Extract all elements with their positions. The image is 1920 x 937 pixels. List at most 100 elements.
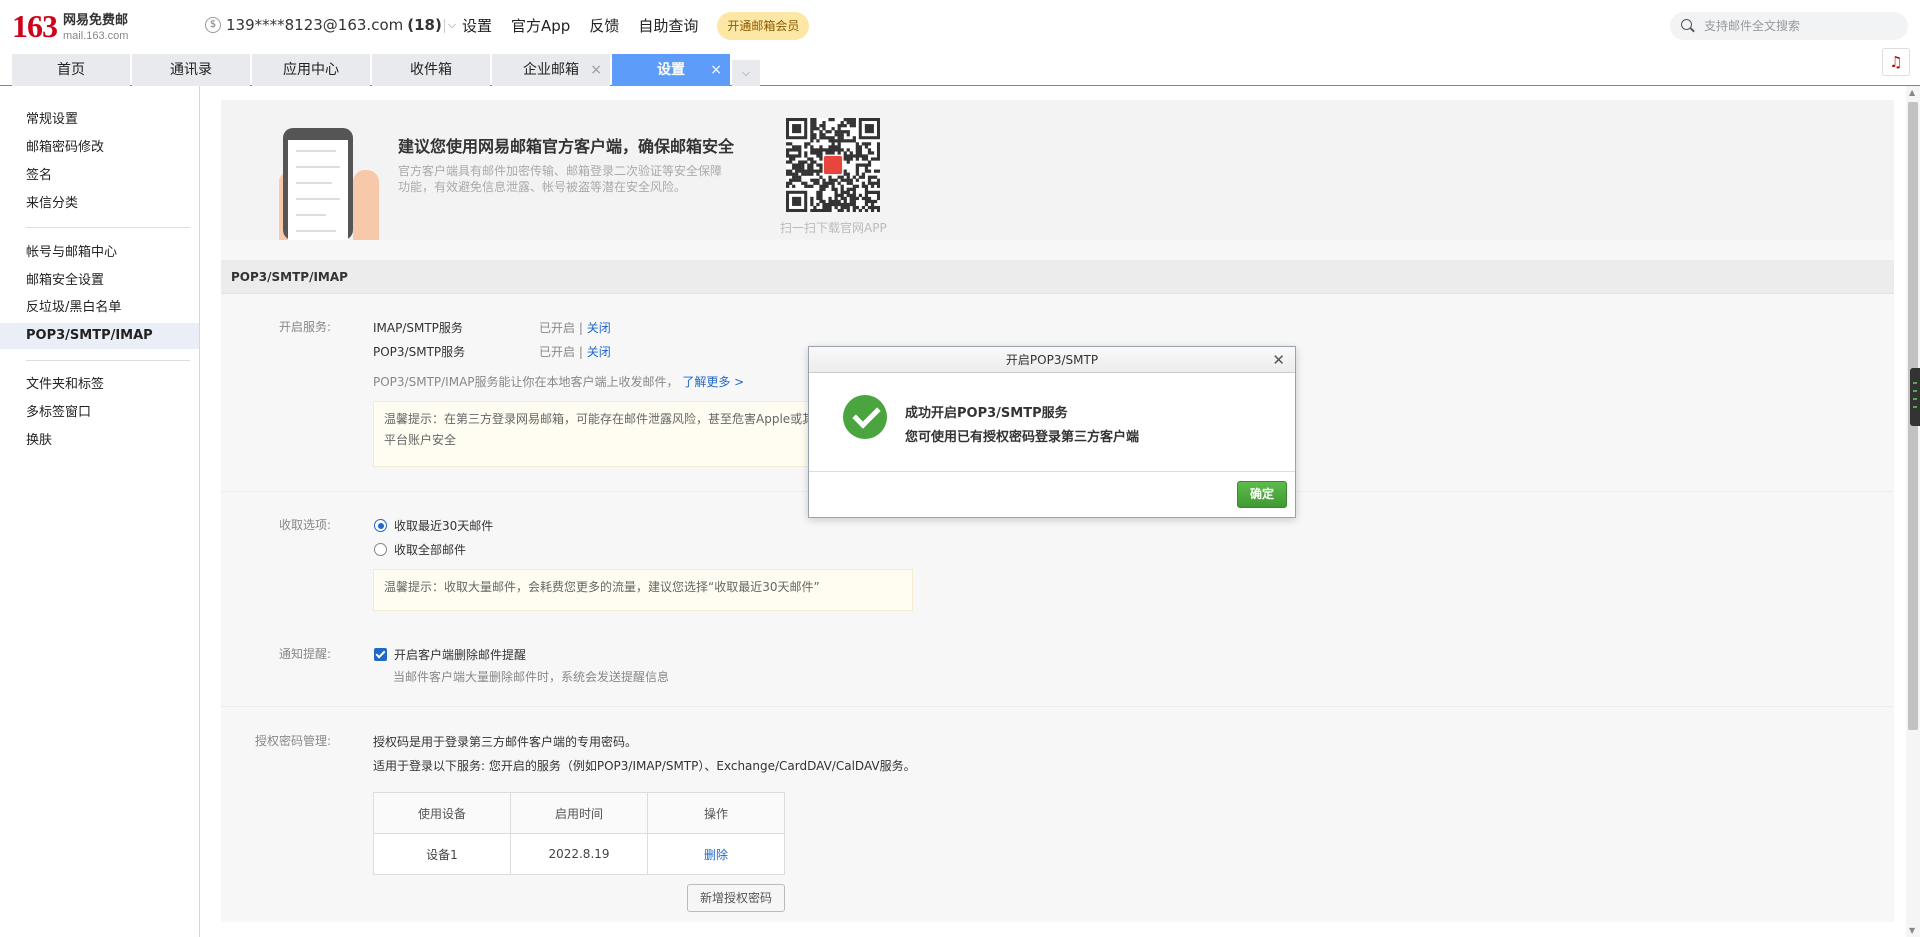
qr-caption: 扫一扫下载官网APP [780, 221, 887, 235]
notify-label: 通知提醒: [278, 647, 331, 661]
account-email: 139****8123@163.com [226, 16, 404, 34]
add-auth-password-button[interactable]: 新增授权密码 [687, 884, 785, 912]
header-links: 设置 官方App 反馈 自助查询 开通邮箱会员 [444, 12, 810, 40]
close-icon[interactable]: × [590, 54, 602, 86]
row-divider [221, 706, 1894, 707]
dialog-title: 开启POP3/SMTP [1005, 353, 1099, 367]
scroll-up-icon[interactable]: ▲ [1909, 88, 1915, 97]
success-check-icon [843, 395, 887, 439]
column-header-device: 使用设备 [373, 792, 511, 834]
sidebar-item-antispam[interactable]: 反垃圾/黑白名单 [0, 295, 199, 321]
promo-description: 官方客户端具有邮件加密传输、邮箱登录二次验证等安全保障功能，有效避免信息泄露、帐… [398, 164, 723, 194]
logo[interactable]: 163 网易免费邮 mail.163.com [12, 10, 128, 43]
music-icon[interactable]: ♫ [1882, 48, 1910, 76]
tab-label: 通讯录 [170, 62, 212, 78]
learn-more-link[interactable]: 了解更多 > [682, 375, 744, 389]
time-cell: 2022.8.19 [510, 833, 648, 875]
sidebar-item-pop3[interactable]: POP3/SMTP/IMAP [0, 323, 199, 349]
sidebar-item-folders[interactable]: 文件夹和标签 [0, 372, 199, 398]
pop3-service-name: POP3/SMTP服务 [373, 345, 466, 359]
phone-illustration [283, 128, 353, 240]
services-note-row: POP3/SMTP/IMAP服务能让你在本地客户端上收发邮件， 了解更多 > [373, 373, 744, 390]
sidebar-item-account-center[interactable]: 帐号与邮箱中心 [0, 240, 199, 266]
receive-hint: 温馨提示：收取大量邮件，会耗费您更多的流量，建议您选择“收取最近30天邮件” [384, 580, 820, 594]
logo-domain: mail.163.com [63, 30, 129, 42]
tab-inbox[interactable]: 收件箱 [372, 54, 490, 86]
sidebar-item-mail-rules[interactable]: 来信分类 [0, 191, 199, 217]
self-service-link[interactable]: 自助查询 [638, 12, 698, 40]
logo-number: 163 [12, 8, 58, 44]
pop3-service-status-row: 已开启 | 关闭 [539, 345, 611, 359]
search-icon[interactable] [1680, 18, 1696, 34]
notify-option-label: 开启客户端删除邮件提醒 [394, 648, 527, 662]
sidebar-item-skin[interactable]: 换肤 [0, 428, 199, 454]
hand-illustration [353, 170, 379, 240]
search-input[interactable] [1704, 19, 1894, 33]
promo-title: 建议您使用网易邮箱官方客户端，确保邮箱安全 [398, 137, 735, 156]
checkbox-checked[interactable] [374, 648, 387, 661]
header-divider [444, 19, 445, 33]
receive-hint-box: 温馨提示：收取大量邮件，会耗费您更多的流量，建议您选择“收取最近30天邮件” [373, 569, 913, 611]
close-icon[interactable]: × [710, 54, 722, 86]
receive-option-30days[interactable]: 收取最近30天邮件 [374, 517, 493, 534]
tab-contacts[interactable]: 通讯录 [132, 54, 250, 86]
client-promo-banner: 建议您使用网易邮箱官方客户端，确保邮箱安全 官方客户端具有邮件加密传输、邮箱登录… [221, 100, 1894, 240]
sidebar-item-signature[interactable]: 签名 [0, 163, 199, 189]
official-app-link[interactable]: 官方App [511, 12, 570, 40]
chevron-down-icon[interactable]: ⌵ [732, 60, 760, 86]
pop3-close-link[interactable]: 关闭 [587, 345, 611, 359]
imap-service-status-row: 已开启 | 关闭 [539, 321, 611, 335]
top-header: 163 网易免费邮 mail.163.com $ 139****8123@163… [0, 0, 1920, 52]
sidebar-item-security[interactable]: 邮箱安全设置 [0, 268, 199, 294]
receive-option-all[interactable]: 收取全部邮件 [374, 541, 466, 558]
receive-label: 收取选项: [278, 518, 331, 532]
confirm-button[interactable]: 确定 [1237, 481, 1287, 508]
tab-label: 收件箱 [410, 62, 452, 78]
auth-description-1: 授权码是用于登录第三方邮件客户端的专用密码。 [373, 735, 638, 749]
search-box[interactable] [1670, 12, 1908, 40]
settings-link[interactable]: 设置 [462, 12, 492, 40]
unread-count: (18) [407, 16, 442, 34]
services-note: POP3/SMTP/IMAP服务能让你在本地客户端上收发邮件， [373, 375, 679, 389]
imap-close-link[interactable]: 关闭 [587, 321, 611, 335]
notify-option[interactable]: 开启客户端删除邮件提醒 [374, 646, 526, 663]
account-menu[interactable]: $ 139****8123@163.com (18) ⌵ [205, 16, 456, 34]
device-cell: 设备1 [373, 833, 511, 875]
tab-enterprise-mail[interactable]: 企业邮箱 × [492, 54, 610, 86]
logo-name: 网易免费邮 [63, 13, 129, 28]
delete-link[interactable]: 删除 [647, 833, 785, 875]
close-icon[interactable]: ✕ [1272, 347, 1285, 373]
dialog-message: 您可使用已有授权密码登录第三方客户端 [905, 430, 1140, 445]
feedback-link[interactable]: 反馈 [589, 12, 619, 40]
tab-settings[interactable]: 设置 × [612, 54, 730, 86]
qr-code-image [786, 118, 880, 212]
imap-service-name: IMAP/SMTP服务 [373, 321, 463, 335]
tab-app-center[interactable]: 应用中心 [252, 54, 370, 86]
radio-unselected[interactable] [374, 543, 387, 556]
tab-label: 设置 [657, 62, 685, 78]
vip-button[interactable]: 开通邮箱会员 [717, 12, 810, 40]
dialog-divider [809, 471, 1295, 472]
sidebar-item-password[interactable]: 邮箱密码修改 [0, 135, 199, 161]
side-panel-handle[interactable] [1910, 368, 1920, 426]
column-header-time: 启用时间 [510, 792, 648, 834]
dialog-heading: 成功开启POP3/SMTP服务 [905, 406, 1068, 421]
tab-home[interactable]: 首页 [12, 54, 130, 86]
sidebar-divider [26, 360, 190, 361]
success-dialog: 开启POP3/SMTP ✕ 成功开启POP3/SMTP服务 您可使用已有授权密码… [808, 346, 1296, 518]
radio-selected[interactable] [374, 519, 387, 532]
auth-description-2: 适用于登录以下服务: 您开启的服务（例如POP3/IMAP/SMTP）、Exch… [373, 759, 916, 773]
tab-bar: 首页 通讯录 应用中心 收件箱 企业邮箱 × 设置 × ⌵ [0, 52, 1920, 86]
column-header-action: 操作 [647, 792, 785, 834]
services-label: 开启服务: [278, 320, 331, 334]
tab-label: 应用中心 [283, 62, 339, 78]
auth-label: 授权密码管理: [254, 734, 331, 748]
tab-label: 企业邮箱 [523, 62, 579, 78]
settings-sidebar: 常规设置 邮箱密码修改 签名 来信分类 帐号与邮箱中心 邮箱安全设置 反垃圾/黑… [0, 86, 200, 937]
receive-option-label: 收取全部邮件 [394, 543, 467, 557]
sidebar-item-multi-tab[interactable]: 多标签窗口 [0, 400, 199, 426]
scroll-down-icon[interactable]: ▼ [1909, 926, 1915, 935]
pop3-status: 已开启 [539, 345, 576, 359]
sidebar-item-general[interactable]: 常规设置 [0, 107, 199, 133]
page-scrollbar[interactable]: ▲ ▼ [1906, 86, 1920, 937]
